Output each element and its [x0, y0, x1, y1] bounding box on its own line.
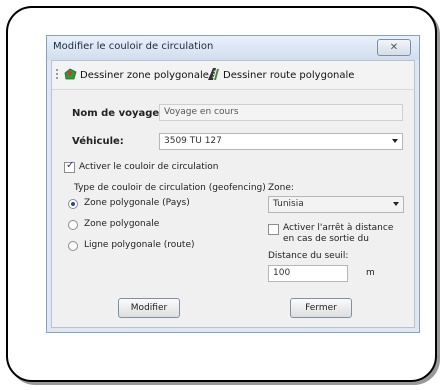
corridor-type-radio-zone[interactable]	[68, 220, 78, 230]
window-title: Modifier le couloir de circulation	[53, 41, 214, 52]
activate-corridor-checkbox[interactable]	[64, 160, 75, 173]
dialog-window: Modifier le couloir de circulation ✕ Des…	[46, 35, 420, 333]
draw-route-label: Dessiner route polygonale	[223, 70, 355, 81]
threshold-unit: m	[366, 268, 375, 278]
draw-route-button[interactable]: Dessiner route polygonale	[207, 68, 354, 81]
toolbar: Dessiner zone polygonale Dessiner route …	[52, 61, 414, 90]
zone-label: Zone:	[268, 183, 294, 193]
corridor-type-radio-country[interactable]	[68, 199, 78, 209]
corridor-type-label-zone: Zone polygonale	[84, 219, 160, 229]
stop-on-exit-checkbox[interactable]	[268, 224, 279, 235]
corridor-type-radio-route[interactable]	[68, 241, 78, 251]
corridor-type-label: Type de couloir de circulation (geofenci…	[74, 183, 266, 193]
modify-button[interactable]: Modifier	[118, 298, 180, 318]
polygon-zone-icon	[64, 68, 77, 80]
stop-on-exit-label-line1: Activer l'arrêt à distance	[283, 223, 394, 233]
stop-on-exit-label-line2: en cas de sortie du	[283, 234, 369, 244]
title-bar[interactable]: Modifier le couloir de circulation ✕	[47, 36, 419, 60]
toolbar-grip[interactable]	[56, 69, 58, 81]
close-dialog-button[interactable]: Fermer	[290, 298, 352, 318]
trip-name-field[interactable]: Voyage en cours	[159, 104, 403, 121]
activate-corridor-label: Activer le couloir de circulation	[79, 162, 219, 172]
corridor-type-label-country: Zone polygonale (Pays)	[84, 198, 190, 208]
draw-zone-button[interactable]: Dessiner zone polygonale	[64, 68, 209, 81]
chevron-down-icon	[393, 202, 399, 206]
threshold-label: Distance du seuil:	[268, 251, 349, 261]
zone-select[interactable]: Tunisia	[268, 196, 404, 213]
vehicle-label: Véhicule:	[72, 136, 124, 147]
dialog-body: Dessiner zone polygonale Dessiner route …	[51, 60, 415, 328]
road-route-icon	[207, 68, 220, 80]
trip-name-label: Nom de voyage:	[72, 108, 164, 119]
draw-zone-label: Dessiner zone polygonale	[80, 70, 209, 81]
chevron-down-icon	[392, 139, 398, 143]
vehicle-select[interactable]: 3509 TU 127	[159, 133, 403, 150]
threshold-input[interactable]: 100	[268, 265, 348, 282]
vehicle-value: 3509 TU 127	[164, 136, 222, 146]
zone-value: Tunisia	[273, 199, 304, 209]
corridor-type-label-route: Ligne polygonale (route)	[84, 240, 195, 250]
close-button[interactable]: ✕	[377, 39, 411, 56]
